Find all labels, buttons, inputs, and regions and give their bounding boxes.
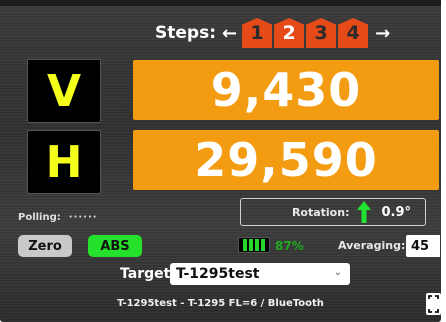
step-3-button[interactable]: 3 bbox=[306, 18, 337, 48]
device-info: T-1295test - T-1295 FL=6 / BlueTooth bbox=[117, 298, 324, 309]
step-2-button[interactable]: 2 bbox=[274, 18, 305, 48]
step-3-label: 3 bbox=[314, 22, 328, 44]
target-select[interactable]: T-1295test ⌄ bbox=[170, 263, 350, 285]
step-4-label: 4 bbox=[346, 22, 360, 44]
abs-button[interactable]: ABS bbox=[88, 235, 142, 257]
polling-status: Polling: ······ bbox=[18, 212, 98, 223]
main-panel: Steps: ← 1 2 3 4 → V 9,430 H 29,590 Poll… bbox=[0, 0, 441, 322]
battery-percent: 87% bbox=[275, 239, 304, 253]
rotation-value: 0.9° bbox=[381, 204, 411, 220]
fullscreen-icon[interactable] bbox=[426, 293, 441, 315]
up-arrow-icon bbox=[357, 201, 372, 223]
battery-icon bbox=[238, 237, 270, 253]
zero-button[interactable]: Zero bbox=[18, 235, 72, 257]
rotation-label: Rotation: bbox=[291, 205, 350, 219]
steps-next-arrow[interactable]: → bbox=[375, 23, 390, 44]
steps-prev-arrow[interactable]: ← bbox=[222, 23, 237, 44]
rotation-display: Rotation: 0.9° bbox=[240, 198, 426, 226]
steps-label: Steps: bbox=[155, 23, 216, 43]
target-selected-value: T-1295test bbox=[176, 266, 260, 282]
horizontal-value: 29,590 bbox=[133, 130, 439, 190]
polling-label: Polling: bbox=[18, 212, 61, 223]
vertical-axis-label: V bbox=[27, 59, 101, 123]
steps-nav: Steps: ← 1 2 3 4 → bbox=[155, 16, 390, 50]
vertical-value: 9,430 bbox=[133, 60, 439, 120]
polling-indicator: ······ bbox=[68, 212, 98, 223]
target-label: Target bbox=[120, 266, 171, 282]
step-1-label: 1 bbox=[250, 22, 264, 44]
top-strip bbox=[0, 0, 441, 6]
chevron-down-icon: ⌄ bbox=[333, 267, 342, 278]
step-1-button[interactable]: 1 bbox=[242, 18, 273, 48]
step-4-button[interactable]: 4 bbox=[338, 18, 369, 48]
averaging-input[interactable]: 45 bbox=[406, 235, 440, 257]
step-2-label: 2 bbox=[282, 22, 296, 44]
averaging-label: Averaging: bbox=[338, 239, 406, 252]
horizontal-axis-label: H bbox=[27, 130, 101, 194]
